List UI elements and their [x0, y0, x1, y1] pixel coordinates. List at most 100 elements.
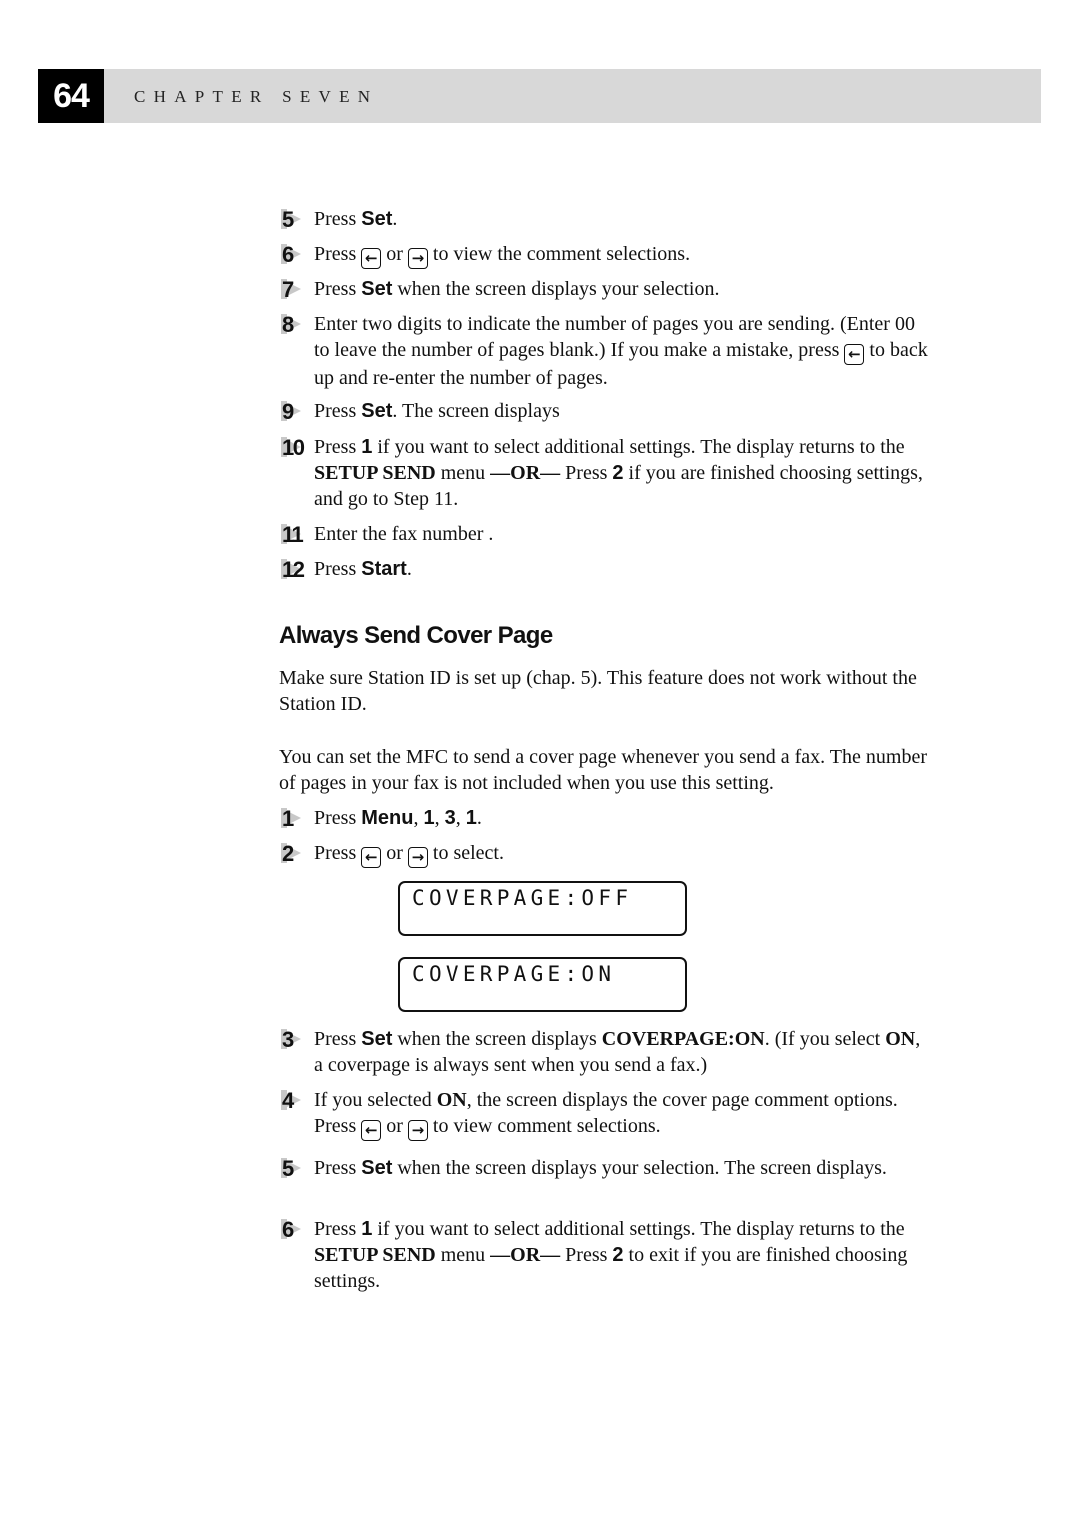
step-digit: 11 — [282, 522, 304, 547]
lcd-text: COVERPAGE:OFF — [412, 886, 633, 910]
step-digit: 10 — [282, 435, 305, 460]
emphasis: ON — [885, 1028, 916, 1050]
step-item: 11 Enter the fax number . — [279, 521, 934, 547]
step-number: 7 — [279, 276, 313, 302]
emphasis: SETUP SEND — [314, 462, 436, 484]
step-digit: 1 — [282, 806, 294, 831]
key-label: Set — [361, 1157, 393, 1179]
step-number: 8 — [279, 311, 313, 337]
emphasis: COVERPAGE:ON — [601, 1028, 765, 1050]
key-label: 1 — [361, 436, 373, 458]
step-number: 9 — [279, 398, 313, 424]
text-run: Press — [314, 558, 362, 580]
step-text: Press Set when the screen displays your … — [314, 276, 934, 302]
step-number: 3 — [279, 1026, 313, 1052]
step-digit: 5 — [282, 207, 294, 232]
cover-page-description: You can set the MFC to send a cover page… — [279, 746, 927, 794]
step-digit: 5 — [282, 1156, 294, 1181]
step-digit: 6 — [282, 1217, 294, 1242]
text-run: Press — [314, 436, 362, 458]
emphasis: —OR— — [490, 1244, 561, 1266]
step-item: 5 Press Set when the screen displays your… — [279, 1155, 934, 1181]
text-run: if you want to select additional setting… — [372, 1218, 905, 1240]
text-run: , — [413, 807, 424, 829]
step-digit: 7 — [282, 277, 294, 302]
step-item: 10 Press 1 if you want to select addition… — [279, 434, 934, 512]
chapter-title: CHAPTER SEVEN — [134, 87, 379, 106]
step-item: 6 Press 1 if you want to select additiona… — [279, 1216, 934, 1294]
key-label: Set — [361, 208, 393, 230]
text-run: . — [406, 558, 412, 580]
key-label: 1 — [361, 1218, 373, 1240]
step-text: Press Set when the screen displays your … — [314, 1155, 934, 1181]
step-item: 9 Press Set. The screen displays — [279, 398, 934, 424]
page-number: 64 — [38, 69, 104, 123]
step-text: Press Start. — [314, 556, 934, 582]
key-label: Set — [361, 278, 393, 300]
key-label: Menu — [361, 807, 414, 829]
step-digit: 9 — [282, 399, 294, 424]
text-run: , — [434, 807, 445, 829]
step-text: Enter the fax number . — [314, 521, 934, 547]
key-label: 1 — [465, 807, 477, 829]
step-item: 12 Press Start. — [279, 556, 934, 582]
text-run: Press — [314, 1028, 362, 1050]
step-number: 11 — [279, 521, 313, 547]
key-label: Start — [361, 558, 407, 580]
text-run: Enter two digits to indicate the number … — [314, 313, 915, 361]
text-run: If you selected — [314, 1089, 437, 1111]
step-number: 12 — [279, 556, 313, 582]
right-arrow-key-icon: → — [407, 847, 428, 868]
left-arrow-key-icon: ← — [361, 1120, 382, 1141]
step-digit: 3 — [282, 1027, 294, 1052]
text-run: to select. — [427, 842, 504, 864]
text-run: Enter the fax number . — [314, 523, 494, 545]
step-text: Press Set. — [314, 206, 934, 232]
step-item: 8 Enter two digits to indicate the number… — [279, 311, 934, 391]
left-arrow-key-icon: ← — [361, 248, 382, 269]
text-run: when the screen displays — [392, 1028, 602, 1050]
text-run: Press — [314, 208, 362, 230]
step-text: Press Set. The screen displays — [314, 398, 934, 424]
text-run: . — [476, 807, 482, 829]
text-run: Press — [314, 1218, 362, 1240]
step-text: Press 1 if you want to select additional… — [314, 434, 934, 512]
step-text: Enter two digits to indicate the number … — [314, 311, 934, 391]
step-number: 6 — [279, 1216, 313, 1242]
text-run: when the screen displays your selection.… — [392, 1157, 887, 1179]
step-digit: 4 — [282, 1088, 294, 1113]
step-text: Press ← or → to view the comment selecti… — [314, 241, 934, 269]
step-number: 1 — [279, 805, 313, 831]
text-run: Press — [314, 400, 362, 422]
step-item: 4 If you selected ON, the screen displays… — [279, 1087, 934, 1141]
key-label: Set — [361, 1028, 393, 1050]
text-run: or — [381, 842, 408, 864]
lcd-display-coverpage-off: COVERPAGE:OFF — [398, 881, 687, 936]
text-run: to view the comment selections. — [427, 243, 691, 265]
step-number: 4 — [279, 1087, 313, 1113]
emphasis: SETUP SEND — [314, 1244, 436, 1266]
text-run: Press — [314, 807, 362, 829]
text-run: or — [381, 1115, 408, 1137]
text-run: Press — [314, 278, 362, 300]
text-run: when the screen displays your selection. — [392, 278, 720, 300]
station-id-note: Make sure Station ID is set up (chap. 5)… — [279, 667, 917, 715]
text-run: , — [455, 807, 466, 829]
step-number: 6 — [279, 241, 313, 267]
text-run: . (If you select — [764, 1028, 886, 1050]
text-run: if you want to select additional setting… — [372, 436, 905, 458]
left-arrow-key-icon: ← — [361, 847, 382, 868]
lcd-text: COVERPAGE:ON — [412, 962, 616, 986]
step-text: If you selected ON, the screen displays … — [314, 1087, 934, 1141]
step-digit: 2 — [282, 841, 294, 866]
step-item: 1 Press Menu, 1, 3, 1. — [279, 805, 934, 831]
step-digit: 6 — [282, 242, 294, 267]
text-run: . The screen displays — [392, 400, 560, 422]
text-run: menu — [435, 1244, 491, 1266]
text-run: or — [381, 243, 408, 265]
step-text: Press Set when the screen displays COVER… — [314, 1026, 934, 1078]
step-number: 5 — [279, 1155, 313, 1181]
text-run: Press — [314, 1157, 362, 1179]
step-item: 5 Press Set. — [279, 206, 934, 232]
text-run: . — [392, 208, 398, 230]
